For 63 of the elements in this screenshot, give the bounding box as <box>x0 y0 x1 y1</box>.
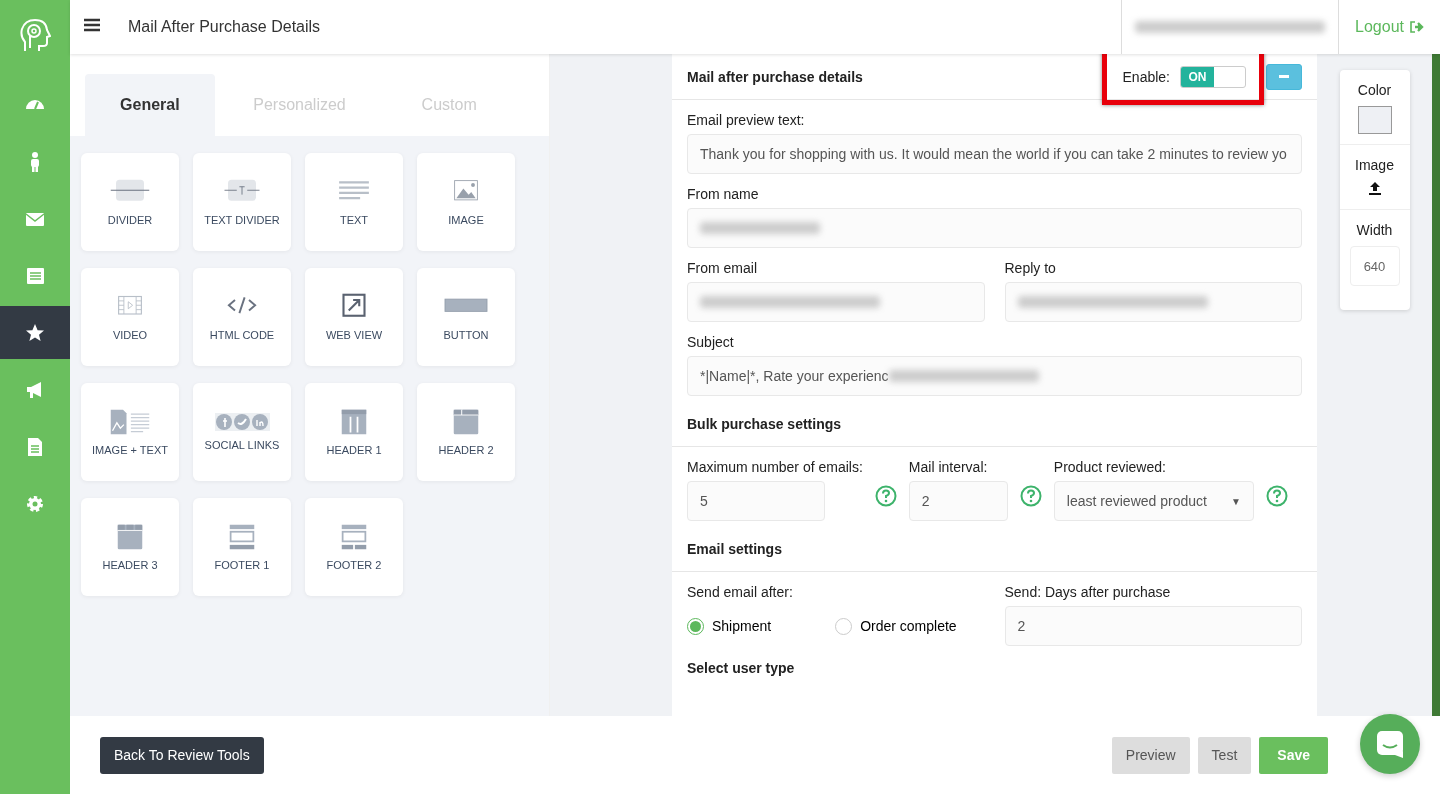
property-label: Image <box>1355 157 1394 173</box>
input-field[interactable]: 5 <box>687 481 825 521</box>
collapse-button[interactable] <box>1266 63 1302 90</box>
block-tile[interactable]: IMAGE + TEXT <box>81 383 179 481</box>
block-tile[interactable]: BUTTON <box>417 268 515 366</box>
tab[interactable]: General <box>85 74 215 136</box>
logout-icon <box>1410 21 1424 33</box>
input-field[interactable]: Thank you for shopping with us. It would mean the world if you can take 2 minutes to review yo <box>687 134 1302 174</box>
field-label: Send email after: <box>687 584 794 600</box>
block-tile[interactable]: DIVIDER <box>81 153 179 251</box>
head-logo-icon <box>19 18 51 52</box>
field-label: Subject <box>687 334 735 350</box>
property-label: Width <box>1356 222 1393 238</box>
sidebar-item[interactable] <box>0 306 70 359</box>
page-title: Mail After Purchase Details <box>128 18 322 36</box>
help-icon[interactable] <box>1265 485 1288 507</box>
input-field[interactable] <box>687 282 985 322</box>
field-label: Send: Days after purchase <box>1004 584 1172 600</box>
section-title: Mail after purchase details <box>687 68 864 85</box>
field-label: From email <box>687 260 758 276</box>
block-tile[interactable]: HTML CODE <box>193 268 291 366</box>
help-icon[interactable] <box>874 485 897 507</box>
field-label: Maximum number of emails: <box>687 459 863 475</box>
property-label: Color <box>1357 82 1392 98</box>
input-field[interactable]: 2 <box>1004 606 1302 646</box>
section-title: Select user type <box>687 660 796 676</box>
block-tile[interactable]: IMAGE <box>417 153 515 251</box>
section-title: Bulk purchase settings <box>672 396 1317 447</box>
field-label: Mail interval: <box>908 459 989 475</box>
block-tile[interactable]: TEXT DIVIDER <box>193 153 291 251</box>
action-button[interactable]: Test <box>1197 736 1252 774</box>
back-button[interactable]: Back To Review Tools <box>100 736 264 774</box>
field-label: Email preview text: <box>687 112 806 128</box>
action-button[interactable]: Preview <box>1111 736 1190 774</box>
social-media-icon <box>214 413 270 431</box>
upload-icon[interactable] <box>1367 181 1382 195</box>
block-tile[interactable]: HEADER 1 <box>305 383 403 481</box>
block-tile[interactable]: FOOTER 1 <box>193 498 291 596</box>
radio-option[interactable]: Order complete <box>835 617 957 635</box>
caret-icon: ▼ <box>1230 495 1241 507</box>
field-label: Enable: <box>1122 68 1170 85</box>
block-tile[interactable]: HEADER 3 <box>81 498 179 596</box>
block-tile[interactable]: SOCIAL LINKS <box>193 383 291 481</box>
field-label: From name <box>687 186 760 202</box>
block-tile[interactable]: WEB VIEW <box>305 268 403 366</box>
input-field[interactable]: *|Name|*, Rate your experienc <box>687 356 1302 396</box>
radio-option[interactable]: Shipment <box>687 617 772 635</box>
field-label: Reply to <box>1004 260 1057 276</box>
menu-icon[interactable] <box>84 18 100 32</box>
input-field[interactable] <box>687 208 1302 248</box>
section-title: Email settings <box>672 521 1317 572</box>
block-tile[interactable]: TEXT <box>305 153 403 251</box>
width-field[interactable]: 640 <box>1349 246 1400 286</box>
help-icon[interactable] <box>1019 485 1042 507</box>
dropdown[interactable]: least reviewed product ▼ <box>1053 481 1254 521</box>
chat-bubble-icon <box>1375 729 1405 759</box>
block-tile[interactable]: HEADER 2 <box>417 383 515 481</box>
color-swatch[interactable] <box>1357 106 1392 134</box>
input-field[interactable]: 2 <box>908 481 1008 521</box>
block-tile[interactable]: VIDEO <box>81 268 179 366</box>
field-label: Product reviewed: <box>1053 459 1167 475</box>
input-field[interactable] <box>1004 282 1302 322</box>
block-tile[interactable]: FOOTER 2 <box>305 498 403 596</box>
